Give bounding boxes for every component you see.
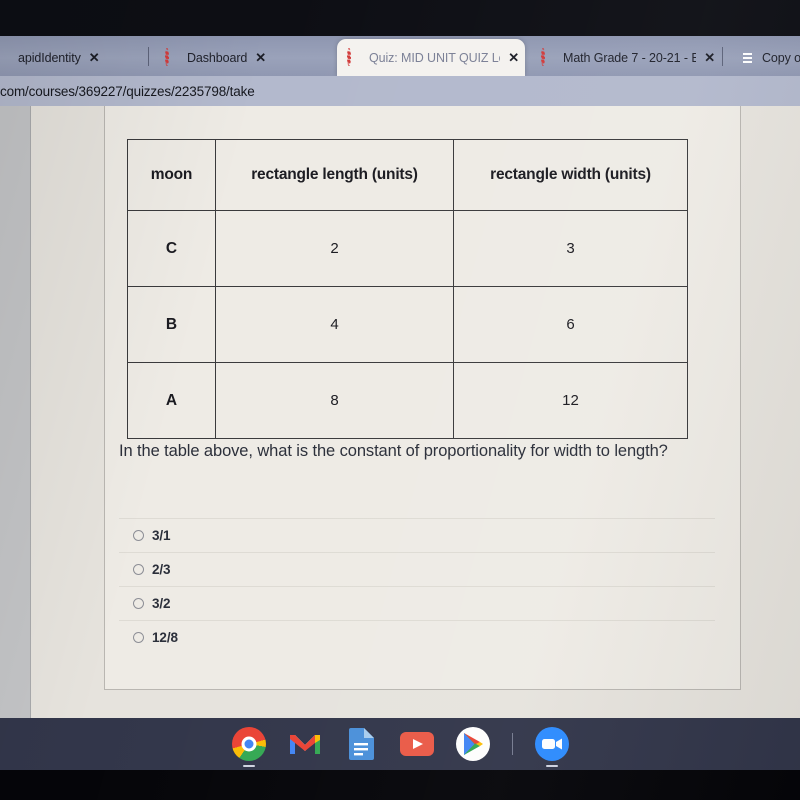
proportionality-table: moon rectangle length (units) rectangle … (127, 139, 688, 439)
answer-choice-4[interactable]: 12/8 (119, 620, 715, 654)
play-store-icon[interactable] (455, 727, 490, 761)
canvas-icon (347, 48, 362, 66)
answer-choice-list: 3/1 2/3 3/2 12/8 (119, 518, 715, 654)
browser-address-bar[interactable]: com/courses/369227/quizzes/2235798/take (0, 76, 800, 106)
app-running-indicator (242, 765, 255, 767)
url-text: com/courses/369227/quizzes/2235798/take (0, 83, 255, 99)
zoom-camera-glyph (541, 738, 562, 750)
tab-separator (148, 47, 149, 66)
chromeos-shelf (0, 718, 800, 770)
answer-label: 3/2 (152, 596, 171, 611)
radio-button-icon[interactable] (133, 564, 144, 575)
shelf-separator (511, 733, 513, 755)
cell-length: 2 (215, 210, 454, 287)
chrome-icon[interactable] (231, 727, 266, 767)
gmail-glyph (289, 735, 320, 754)
answer-label: 2/3 (152, 562, 171, 577)
close-icon[interactable]: ✕ (255, 51, 266, 64)
canvas-icon (541, 48, 556, 66)
youtube-icon[interactable] (399, 727, 434, 761)
close-icon[interactable]: ✕ (704, 51, 715, 64)
table-row: C 2 3 (127, 210, 688, 287)
table-header-row: moon rectangle length (units) rectangle … (127, 139, 688, 211)
youtube-glyph (399, 732, 434, 756)
tab-title: Copy o (762, 50, 800, 65)
browser-tab-dashboard[interactable]: Dashboard ✕ (155, 39, 335, 76)
radio-button-icon[interactable] (133, 598, 144, 609)
viewport-left-gutter (0, 106, 31, 718)
tab-title: Dashboard (187, 50, 248, 65)
cell-width: 12 (453, 362, 688, 439)
tab-title: apidIdentity (18, 50, 81, 65)
browser-tab-math-grade-7[interactable]: Math Grade 7 - 20-21 - B ✕ (531, 39, 721, 76)
browser-tab-strip: apidIdentity ✕ Dashboard ✕ Quiz: MID UNI… (0, 36, 800, 76)
answer-choice-2[interactable]: 2/3 (119, 552, 715, 586)
quiz-question-card: moon rectangle length (units) rectangle … (104, 106, 741, 690)
tab-title: Quiz: MID UNIT QUIZ Les (369, 50, 501, 65)
slides-icon (740, 50, 755, 65)
cell-length: 4 (215, 286, 454, 363)
canvas-icon (165, 48, 180, 66)
question-prompt: In the table above, what is the constant… (119, 442, 668, 460)
screenshot-root: apidIdentity ✕ Dashboard ✕ Quiz: MID UNI… (0, 0, 800, 800)
table-header-length: rectangle length (units) (215, 139, 454, 211)
cell-width: 6 (453, 286, 688, 363)
docs-glyph (348, 728, 374, 760)
cell-moon: A (127, 362, 216, 439)
close-icon[interactable]: ✕ (508, 51, 519, 64)
browser-tab-rapididentity[interactable]: apidIdentity ✕ (0, 39, 144, 76)
canvas-icon (0, 50, 11, 65)
table-row: B 4 6 (127, 286, 688, 363)
browser-tab-quiz-active[interactable]: Quiz: MID UNIT QUIZ Les ✕ (337, 39, 525, 76)
browser-tab-copy-of[interactable]: Copy o (730, 39, 800, 76)
answer-choice-1[interactable]: 3/1 (119, 518, 715, 552)
cell-moon: C (127, 210, 216, 287)
play-glyph (463, 733, 483, 755)
table-row: A 8 12 (127, 362, 688, 439)
gmail-icon[interactable] (288, 727, 322, 761)
google-docs-icon[interactable] (344, 727, 378, 761)
close-icon[interactable]: ✕ (89, 51, 100, 64)
display-bezel-top (0, 0, 800, 36)
answer-label: 3/1 (152, 528, 171, 543)
cell-length: 8 (215, 362, 454, 439)
tab-title: Math Grade 7 - 20-21 - B (563, 50, 697, 65)
browser-viewport: moon rectangle length (units) rectangle … (0, 106, 800, 718)
cell-width: 3 (453, 210, 688, 287)
zoom-icon[interactable] (534, 727, 569, 767)
table-header-moon: moon (127, 139, 216, 211)
app-running-indicator (545, 765, 558, 767)
radio-button-icon[interactable] (133, 530, 144, 541)
display-bezel-bottom (0, 770, 800, 800)
answer-label: 12/8 (152, 630, 178, 645)
tab-separator (722, 47, 723, 66)
answer-choice-3[interactable]: 3/2 (119, 586, 715, 620)
cell-moon: B (127, 286, 216, 363)
radio-button-icon[interactable] (133, 632, 144, 643)
table-header-width: rectangle width (units) (453, 139, 688, 211)
